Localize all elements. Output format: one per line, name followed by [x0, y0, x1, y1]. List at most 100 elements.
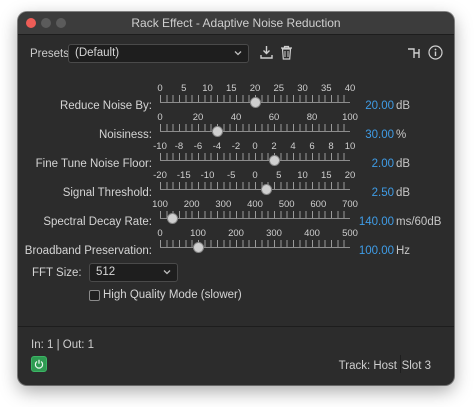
high-quality-mode-checkbox[interactable]: [89, 290, 100, 301]
slider-ticks: [160, 153, 350, 160]
slider-tick-label: 0: [252, 170, 258, 181]
slider-tick-labels: 0 5 10 15 20 25 30 35 40: [157, 83, 355, 95]
noisiness-slider[interactable]: 0 20 40 60 80 100: [157, 112, 358, 142]
info-icon[interactable]: [428, 45, 443, 60]
spectral-decay-rate-unit: ms/60dB: [396, 216, 442, 228]
slider-tick-label: 100: [342, 112, 358, 123]
slider-track: [160, 218, 350, 219]
slider-tick-label: 2: [271, 141, 277, 152]
signal-threshold-unit: dB: [396, 187, 411, 199]
rack-effect-window: Rack Effect - Adaptive Noise Reduction P…: [18, 12, 454, 385]
slider-tick-label: 500: [342, 228, 358, 239]
slider-tick-label: 0: [252, 141, 258, 152]
slider-tick-label: 0: [157, 228, 163, 239]
slider-tick-label: 700: [342, 199, 358, 210]
broadband-preservation-unit: Hz: [396, 245, 411, 257]
reduce-noise-unit: dB: [396, 100, 411, 112]
track-label: Track: Host: [338, 360, 397, 372]
fft-size-label: FFT Size:: [32, 267, 82, 279]
slider-tick-label: 20: [192, 112, 204, 123]
presets-selected-value: (Default): [75, 47, 120, 59]
broadband-preservation-slider[interactable]: 0 100 200 300 400 500: [157, 228, 358, 258]
fine-tune-noise-floor-label: Fine Tune Noise Floor:: [35, 158, 152, 170]
noisiness-label: Noisiness:: [98, 129, 152, 141]
slider-tick-label: 80: [306, 112, 318, 123]
slider-tick-label: 400: [304, 228, 320, 239]
reduce-noise-value[interactable]: 20.00: [365, 100, 394, 112]
download-icon[interactable]: [259, 45, 274, 60]
slider-tick-label: -10: [153, 141, 167, 152]
slider-tick-label: 300: [215, 199, 232, 210]
spectral-decay-rate-slider[interactable]: 100 200 300 400 500 600 700: [152, 199, 358, 229]
slider-track: [160, 247, 350, 248]
slider-knob[interactable]: [167, 213, 179, 224]
slider-tick-label: 200: [228, 228, 244, 239]
slider-knob[interactable]: [249, 97, 261, 108]
slider-tick-label: 15: [320, 170, 332, 181]
slot-label: Slot 3: [401, 360, 431, 372]
slider-tick-label: 15: [225, 83, 237, 94]
reduce-noise-slider[interactable]: 0 5 10 15 20 25 30 35 40: [157, 83, 355, 113]
slider-track: [160, 131, 350, 132]
slider-tick-label: -2: [231, 141, 241, 152]
slider-tick-label: 0: [157, 83, 163, 94]
slider-tick-label: 100: [190, 228, 206, 239]
slider-knob[interactable]: [261, 184, 273, 195]
signal-threshold-slider[interactable]: -20 -15 -10 -5 0 5 10 15 20: [153, 170, 355, 200]
fine-tune-noise-floor-unit: dB: [396, 158, 411, 170]
io-channels: In: 1 | Out: 1: [31, 339, 95, 351]
slider-knob[interactable]: [211, 126, 223, 137]
noisiness-value[interactable]: 30.00: [365, 129, 394, 141]
slider-tick-label: 600: [310, 199, 327, 210]
routing-icon[interactable]: [407, 46, 421, 60]
signal-threshold-label: Signal Threshold:: [62, 187, 152, 199]
slider-tick-label: 10: [297, 170, 308, 181]
slider-knob[interactable]: [192, 242, 204, 253]
slider-tick-label: 0: [157, 112, 163, 123]
slider-tick-label: -8: [174, 141, 184, 152]
slider-tick-label: 400: [247, 199, 263, 210]
slider-tick-label: 35: [320, 83, 332, 94]
slider-tick-label: 40: [230, 112, 242, 123]
slider-track: [160, 189, 350, 190]
slider-tick-label: 10: [344, 141, 356, 152]
slider-tick-labels: 100 200 300 400 500 600 700: [152, 199, 358, 211]
slider-tick-label: 60: [268, 112, 280, 123]
slider-tick-label: 8: [328, 141, 334, 152]
trash-icon[interactable]: [280, 45, 293, 60]
slider-tick-label: 300: [266, 228, 282, 239]
slider-tick-labels: -20 -15 -10 -5 0 5 10 15 20: [153, 170, 355, 182]
slider-tick-label: 25: [273, 83, 285, 94]
power-icon: [34, 359, 44, 369]
slider-tick-label: -5: [227, 170, 236, 181]
slider-tick-label: 100: [152, 199, 168, 210]
slider-tick-label: -4: [212, 141, 222, 152]
spectral-decay-rate-label: Spectral Decay Rate:: [43, 216, 152, 228]
slider-tick-labels: -10 -8 -6 -4 -2 0 2 4 6 8 10: [153, 141, 355, 153]
slider-tick-label: 40: [344, 83, 356, 94]
slider-tick-label: 30: [297, 83, 308, 94]
high-quality-mode-label: High Quality Mode (slower): [103, 289, 242, 301]
chevron-down-icon: [163, 270, 171, 275]
footer-divider: [18, 326, 454, 327]
slider-ticks: [160, 124, 350, 131]
slider-knob[interactable]: [268, 155, 280, 166]
slider-tick-label: -20: [153, 170, 167, 181]
slider-tick-label: 200: [183, 199, 200, 210]
slider-tick-label: 10: [202, 83, 213, 94]
slider-tick-label: -15: [176, 170, 191, 181]
fine-tune-noise-floor-slider[interactable]: -10 -8 -6 -4 -2 0 2 4 6 8 10: [153, 141, 355, 171]
signal-threshold-value[interactable]: 2.50: [372, 187, 394, 199]
spectral-decay-rate-value[interactable]: 140.00: [359, 216, 394, 228]
fft-size-dropdown[interactable]: 512: [89, 263, 178, 282]
presets-dropdown[interactable]: (Default): [68, 44, 249, 63]
broadband-preservation-label: Broadband Preservation:: [24, 245, 152, 257]
title-bar[interactable]: Rack Effect - Adaptive Noise Reduction: [18, 12, 454, 35]
chevron-down-icon: [234, 51, 242, 56]
slider-ticks: [160, 182, 350, 189]
broadband-preservation-value[interactable]: 100.00: [359, 245, 394, 257]
fine-tune-noise-floor-value[interactable]: 2.00: [372, 158, 394, 170]
reduce-noise-label: Reduce Noise By:: [59, 100, 152, 112]
power-button[interactable]: [31, 356, 47, 372]
slider-tick-labels: 0 20 40 60 80 100: [157, 112, 358, 124]
